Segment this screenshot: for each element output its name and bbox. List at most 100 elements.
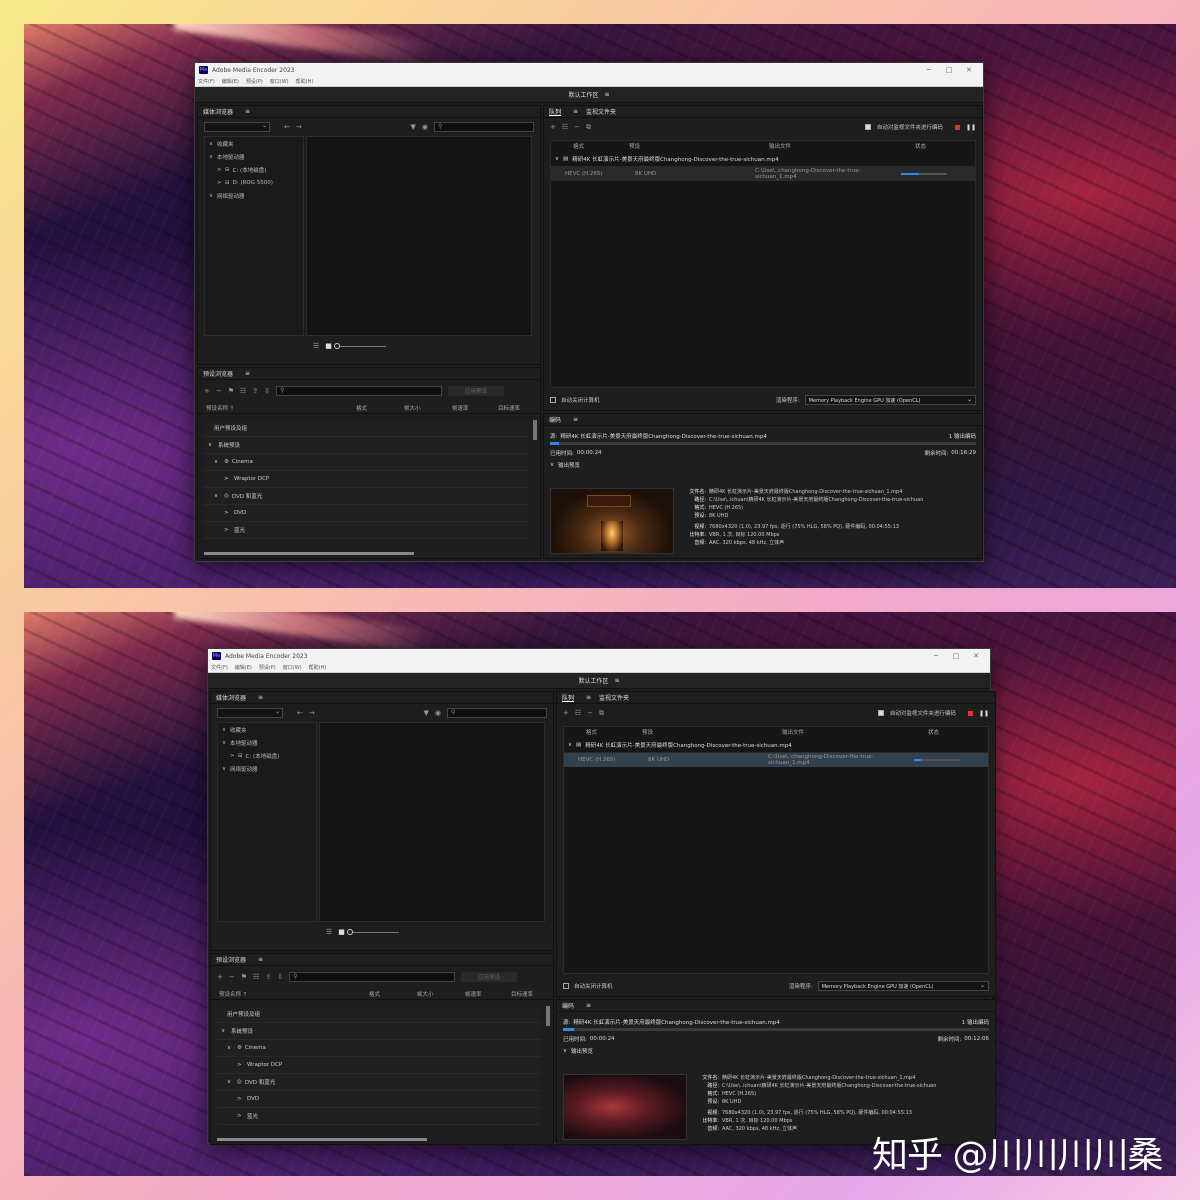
media-search-input[interactable]: ⚲ — [447, 708, 547, 718]
location-dropdown[interactable]: ⌄ — [217, 708, 283, 718]
tree-item-drive-c[interactable]: > ⊟ C: (本地磁盘) — [205, 163, 303, 176]
tree-item-drive-c[interactable]: > ⊟ C: (本地磁盘) — [218, 749, 316, 762]
column-frame-size[interactable]: 帧大小 — [417, 990, 465, 998]
tree-item-local-drives[interactable]: ∨ 本地驱动器 — [218, 736, 316, 749]
preset-row-system[interactable]: ∨ 系统预设 — [204, 437, 528, 454]
duplicate-icon[interactable]: ⧉ — [586, 123, 591, 132]
group-icon[interactable]: ⚑ — [228, 387, 234, 395]
icon-view-icon[interactable]: ■ — [325, 342, 332, 350]
add-source-icon[interactable]: + — [563, 709, 569, 717]
import-icon[interactable]: ⇪ — [265, 973, 271, 981]
output-format[interactable]: HEVC (H.265) — [555, 171, 635, 177]
forward-arrow-icon[interactable]: → — [296, 123, 302, 131]
forward-arrow-icon[interactable]: → — [309, 709, 315, 717]
panel-menu-icon[interactable]: ≡ — [573, 416, 578, 423]
output-preview-label[interactable]: 输出预览 — [571, 1047, 593, 1055]
shutdown-checkbox[interactable] — [563, 983, 569, 989]
settings-icon[interactable]: ☷ — [562, 123, 568, 131]
menu-file[interactable]: 文件(F) — [198, 78, 215, 85]
workspace-tab[interactable]: 默认工作区 — [578, 676, 608, 685]
chevron-down-icon[interactable]: ∨ — [563, 1048, 567, 1054]
auto-encode-checkbox[interactable] — [877, 710, 884, 716]
tab-queue[interactable]: 队列 — [562, 693, 574, 702]
preset-row-cinema[interactable]: ∨ ⚙ Cinema — [217, 1040, 541, 1057]
back-arrow-icon[interactable]: ← — [297, 709, 303, 717]
renderer-select[interactable]: Memory Playback Engine GPU 加速 (OpenCL) ⌄ — [817, 981, 989, 991]
zoom-slider[interactable] — [346, 928, 399, 935]
column-frame-size[interactable]: 帧大小 — [404, 404, 452, 412]
back-arrow-icon[interactable]: ← — [284, 123, 290, 131]
encoding-title[interactable]: 编码 — [562, 1001, 574, 1010]
panel-menu-icon[interactable]: ≡ — [258, 956, 263, 963]
output-preset[interactable]: 8K UHD — [648, 757, 768, 763]
location-dropdown[interactable]: ⌄ — [204, 122, 270, 132]
output-file[interactable]: C:\Use\..changhong-Discover-the-true-sic… — [755, 168, 895, 180]
workspace-menu-icon[interactable]: ≡ — [614, 677, 619, 684]
preset-browser-title[interactable]: 预设浏览器 — [203, 369, 233, 378]
file-view-area[interactable] — [306, 136, 532, 336]
media-browser-title[interactable]: 媒体浏览器 — [203, 107, 233, 116]
preset-row-dvd-bluray[interactable]: ∨ ◎ DVD 和蓝光 — [217, 1074, 541, 1091]
output-file[interactable]: C:\Use\..changhong-Discover-the-true-sic… — [768, 754, 908, 766]
preset-browser-title[interactable]: 预设浏览器 — [216, 955, 246, 964]
stop-icon[interactable] — [967, 710, 973, 716]
menu-preset[interactable]: 预设(P) — [246, 78, 263, 85]
queue-output-item[interactable]: HEVC (H.265) 8K UHD C:\Use\..changhong-D… — [551, 167, 975, 181]
preset-horizontal-scrollbar[interactable] — [204, 552, 414, 555]
preset-row-dvd-bluray[interactable]: ∨ ◎ DVD 和蓝光 — [204, 488, 528, 505]
preset-row-dvd[interactable]: > DVD — [204, 505, 528, 522]
panel-menu-icon[interactable]: ≡ — [586, 1002, 591, 1009]
filter-icon[interactable]: ▼ — [411, 123, 416, 131]
column-frame-rate[interactable]: 帧速率 — [452, 404, 498, 412]
column-frame-rate[interactable]: 帧速率 — [465, 990, 511, 998]
menu-window[interactable]: 窗口(W) — [283, 664, 302, 671]
tree-item-favorites[interactable]: ∨ 收藏夹 — [218, 723, 316, 736]
menu-help[interactable]: 帮助(H) — [309, 664, 327, 671]
apply-preset-button[interactable]: 应用预设 — [448, 386, 505, 396]
queue-source-item[interactable]: ∨ ▤ 精研4K 长虹演示片-美景天府最终版Changhong-Discover… — [564, 737, 988, 753]
file-view-area[interactable] — [319, 722, 545, 922]
list-view-icon[interactable]: ☰ — [313, 342, 319, 350]
column-format[interactable]: 格式 — [356, 404, 404, 412]
column-format[interactable]: 格式 — [369, 990, 417, 998]
preset-row-cinema[interactable]: ∨ ⚙ Cinema — [204, 454, 528, 471]
media-search-input[interactable]: ⚲ — [434, 122, 534, 132]
remove-icon[interactable]: − — [587, 709, 593, 717]
menu-edit[interactable]: 编辑(E) — [235, 664, 252, 671]
output-format[interactable]: HEVC (H.265) — [568, 757, 648, 763]
eye-icon[interactable]: ◉ — [422, 123, 428, 131]
add-icon[interactable]: + — [204, 387, 210, 395]
panel-menu-icon[interactable]: ≡ — [573, 108, 578, 115]
pause-icon[interactable]: ❚❚ — [966, 124, 976, 131]
output-preset[interactable]: 8K UHD — [635, 171, 755, 177]
add-source-icon[interactable]: + — [550, 123, 556, 131]
remove-icon[interactable]: − — [574, 123, 580, 131]
preset-row-system[interactable]: ∨ 系统预设 — [217, 1023, 541, 1040]
settings-icon[interactable]: ☷ — [575, 709, 581, 717]
maximize-icon[interactable]: □ — [939, 66, 959, 74]
import-icon[interactable]: ⇪ — [252, 387, 258, 395]
remove-icon[interactable]: − — [229, 973, 235, 981]
media-browser-title[interactable]: 媒体浏览器 — [216, 693, 246, 702]
maximize-icon[interactable]: □ — [946, 652, 966, 660]
stop-icon[interactable] — [954, 124, 960, 130]
preset-row-bluray[interactable]: > 蓝光 — [217, 1108, 541, 1125]
export-icon[interactable]: ⇩ — [277, 973, 283, 981]
pause-icon[interactable]: ❚❚ — [979, 710, 989, 717]
column-preset-name[interactable]: 预设名称 ↑ — [206, 404, 356, 412]
apply-preset-button[interactable]: 应用预设 — [461, 972, 518, 982]
queue-source-item[interactable]: ∨ ▤ 精研4K 长虹演示片-美景天府最终版Changhong-Discover… — [551, 151, 975, 167]
preset-search-input[interactable]: ⚲ — [276, 386, 443, 396]
tree-item-network-drives[interactable]: ∨ 网络驱动器 — [218, 762, 316, 775]
group-icon[interactable]: ⚑ — [241, 973, 247, 981]
duplicate-icon[interactable]: ⧉ — [599, 709, 604, 718]
close-icon[interactable]: ✕ — [959, 66, 979, 74]
tree-item-network-drives[interactable]: ∨ 网络驱动器 — [205, 189, 303, 202]
add-icon[interactable]: + — [217, 973, 223, 981]
menu-preset[interactable]: 预设(P) — [259, 664, 276, 671]
column-target-rate[interactable]: 目标速率 — [498, 404, 520, 412]
tab-watch-folders[interactable]: 监视文件夹 — [599, 693, 629, 702]
preset-row-wraptor[interactable]: > Wraptor DCP — [204, 471, 528, 488]
preset-vertical-scrollbar[interactable] — [546, 1006, 550, 1026]
encoding-title[interactable]: 编码 — [549, 415, 561, 424]
